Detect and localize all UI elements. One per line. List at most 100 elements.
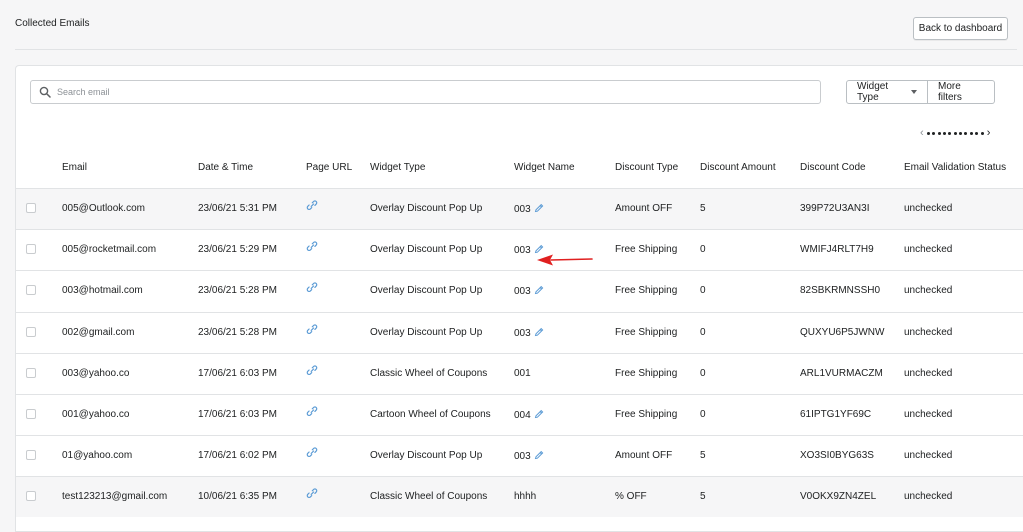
validation-status-cell: unchecked <box>904 326 953 338</box>
page-dot[interactable] <box>932 131 936 135</box>
row-checkbox[interactable] <box>26 285 36 296</box>
widget-name-cell: 003 <box>514 285 544 297</box>
validation-status-cell: unchecked <box>904 491 953 503</box>
page-url-link-icon[interactable] <box>306 487 318 499</box>
validation-status-cell: unchecked <box>904 244 953 256</box>
row-checkbox[interactable] <box>26 326 36 337</box>
row-checkbox[interactable] <box>26 450 36 461</box>
table-row[interactable]: 005@rocketmail.com 23/06/21 5:29 PM Overla… <box>16 229 1023 270</box>
column-header-email[interactable]: Email <box>62 162 87 173</box>
widget-type-cell: Overlay Discount Pop Up <box>370 450 483 462</box>
widget-name-cell: 003 <box>514 327 544 339</box>
page-url-link-icon[interactable] <box>306 323 318 335</box>
page-url-link-icon[interactable] <box>306 199 318 211</box>
widget-type-filter-button[interactable]: Widget Type <box>846 80 928 104</box>
discount-amount-cell: 5 <box>700 450 706 462</box>
discount-type-cell: Free Shipping <box>615 244 678 256</box>
pencil-icon[interactable] <box>534 285 544 295</box>
search-input[interactable] <box>57 84 797 100</box>
discount-type-cell: Free Shipping <box>615 367 678 379</box>
date-time-cell: 17/06/21 6:02 PM <box>198 450 277 462</box>
more-filters-button[interactable]: More filters <box>928 80 995 104</box>
date-time-cell: 23/06/21 5:28 PM <box>198 285 277 297</box>
table-row[interactable]: 003@hotmail.com 23/06/21 5:28 PM Overlay D… <box>16 270 1023 311</box>
table-row[interactable]: test123213@gmail.com 10/06/21 6:35 PM Clas… <box>16 476 1023 518</box>
page-dot[interactable] <box>942 131 946 135</box>
page-dot[interactable] <box>980 131 984 135</box>
table-row[interactable]: 005@Outlook.com 23/06/21 5:31 PM Overlay D… <box>16 188 1023 229</box>
row-checkbox[interactable] <box>26 203 36 213</box>
page-url-link-icon[interactable] <box>306 446 318 458</box>
row-checkbox[interactable] <box>26 409 36 419</box>
page-dot[interactable] <box>948 131 952 135</box>
widget-name-cell: hhhh <box>514 491 536 502</box>
discount-code-cell: 82SBKRMNSSH0 <box>800 285 881 297</box>
widget-name-text: 003 <box>514 204 531 215</box>
discount-amount-cell: 5 <box>700 203 706 214</box>
page-dot[interactable] <box>926 131 930 135</box>
column-header-discount-amount[interactable]: Discount Amount <box>700 162 776 173</box>
column-header-widget-type[interactable]: Widget Type <box>370 162 425 173</box>
discount-type-cell: Amount OFF <box>615 450 673 462</box>
validation-status-cell: unchecked <box>904 203 953 214</box>
widget-name-cell: 003 <box>514 203 544 215</box>
email-cell: 005@rocketmail.com <box>62 244 157 256</box>
date-time-cell: 23/06/21 5:31 PM <box>198 203 277 214</box>
widget-type-cell: Classic Wheel of Coupons <box>370 367 488 379</box>
widget-name-text: 003 <box>514 245 531 257</box>
email-cell: 003@hotmail.com <box>62 285 143 297</box>
column-header-date-time[interactable]: Date & Time <box>198 162 253 173</box>
widget-name-text: 004 <box>514 410 531 421</box>
page-url-link-icon[interactable] <box>306 240 318 252</box>
discount-code-cell: QUXYU6P5JWNW <box>800 326 885 338</box>
table-row[interactable]: 001@yahoo.co 17/06/21 6:03 PM Cartoon Whee… <box>16 394 1023 435</box>
email-cell: 001@yahoo.co <box>62 409 130 420</box>
pencil-icon[interactable] <box>534 409 544 419</box>
row-checkbox[interactable] <box>26 244 36 255</box>
email-cell: 01@yahoo.com <box>62 450 133 462</box>
discount-type-cell: Free Shipping <box>615 409 678 420</box>
column-header-widget-name[interactable]: Widget Name <box>514 162 575 173</box>
pencil-icon[interactable] <box>534 327 544 337</box>
pencil-icon[interactable] <box>534 450 544 460</box>
page-title: Collected Emails <box>15 18 90 29</box>
table-row[interactable]: 01@yahoo.com 17/06/21 6:02 PM Overlay Disc… <box>16 435 1023 476</box>
discount-code-cell: ARL1VURMACZM <box>800 367 883 379</box>
column-header-validation-status[interactable]: Email Validation Status <box>904 162 1006 173</box>
date-time-cell: 23/06/21 5:28 PM <box>198 326 277 338</box>
date-time-cell: 17/06/21 6:03 PM <box>198 409 277 420</box>
email-cell: 002@gmail.com <box>62 326 135 338</box>
back-to-dashboard-button[interactable]: Back to dashboard <box>913 17 1008 40</box>
table-row[interactable]: 002@gmail.com 23/06/21 5:28 PM Overlay Dis… <box>16 311 1023 353</box>
date-time-cell: 10/06/21 6:35 PM <box>198 491 277 503</box>
row-checkbox[interactable] <box>26 367 36 378</box>
discount-amount-cell: 0 <box>700 285 706 297</box>
page-dot[interactable] <box>937 131 941 135</box>
pencil-icon[interactable] <box>534 203 544 213</box>
page-dot[interactable] <box>959 131 963 135</box>
page-url-link-icon[interactable] <box>306 364 318 376</box>
previous-page-button[interactable]: ‹ <box>920 128 924 139</box>
page-dot[interactable] <box>969 131 973 135</box>
table-row[interactable]: 003@yahoo.co 17/06/21 6:03 PM Classic Whee… <box>16 352 1023 394</box>
page-url-link-icon[interactable] <box>306 405 318 417</box>
column-header-discount-code[interactable]: Discount Code <box>800 162 866 173</box>
discount-amount-cell: 0 <box>700 326 706 338</box>
page-dot[interactable] <box>964 131 968 135</box>
validation-status-cell: unchecked <box>904 409 953 420</box>
widget-name-cell: 003 <box>514 450 544 462</box>
next-page-button[interactable]: › <box>987 128 991 139</box>
page-dot[interactable] <box>975 131 979 135</box>
search-icon <box>39 86 51 98</box>
page-url-link-icon[interactable] <box>306 281 318 293</box>
caret-down-icon <box>911 90 917 94</box>
search-box[interactable] <box>30 80 821 104</box>
column-header-page-url[interactable]: Page URL <box>306 162 352 173</box>
pencil-icon[interactable] <box>534 244 544 254</box>
discount-type-cell: % OFF <box>615 491 647 503</box>
row-checkbox[interactable] <box>26 491 36 502</box>
page-dot[interactable] <box>953 131 957 135</box>
pagination: ‹ › <box>920 128 991 139</box>
widget-type-cell: Overlay Discount Pop Up <box>370 285 483 297</box>
column-header-discount-type[interactable]: Discount Type <box>615 162 678 173</box>
